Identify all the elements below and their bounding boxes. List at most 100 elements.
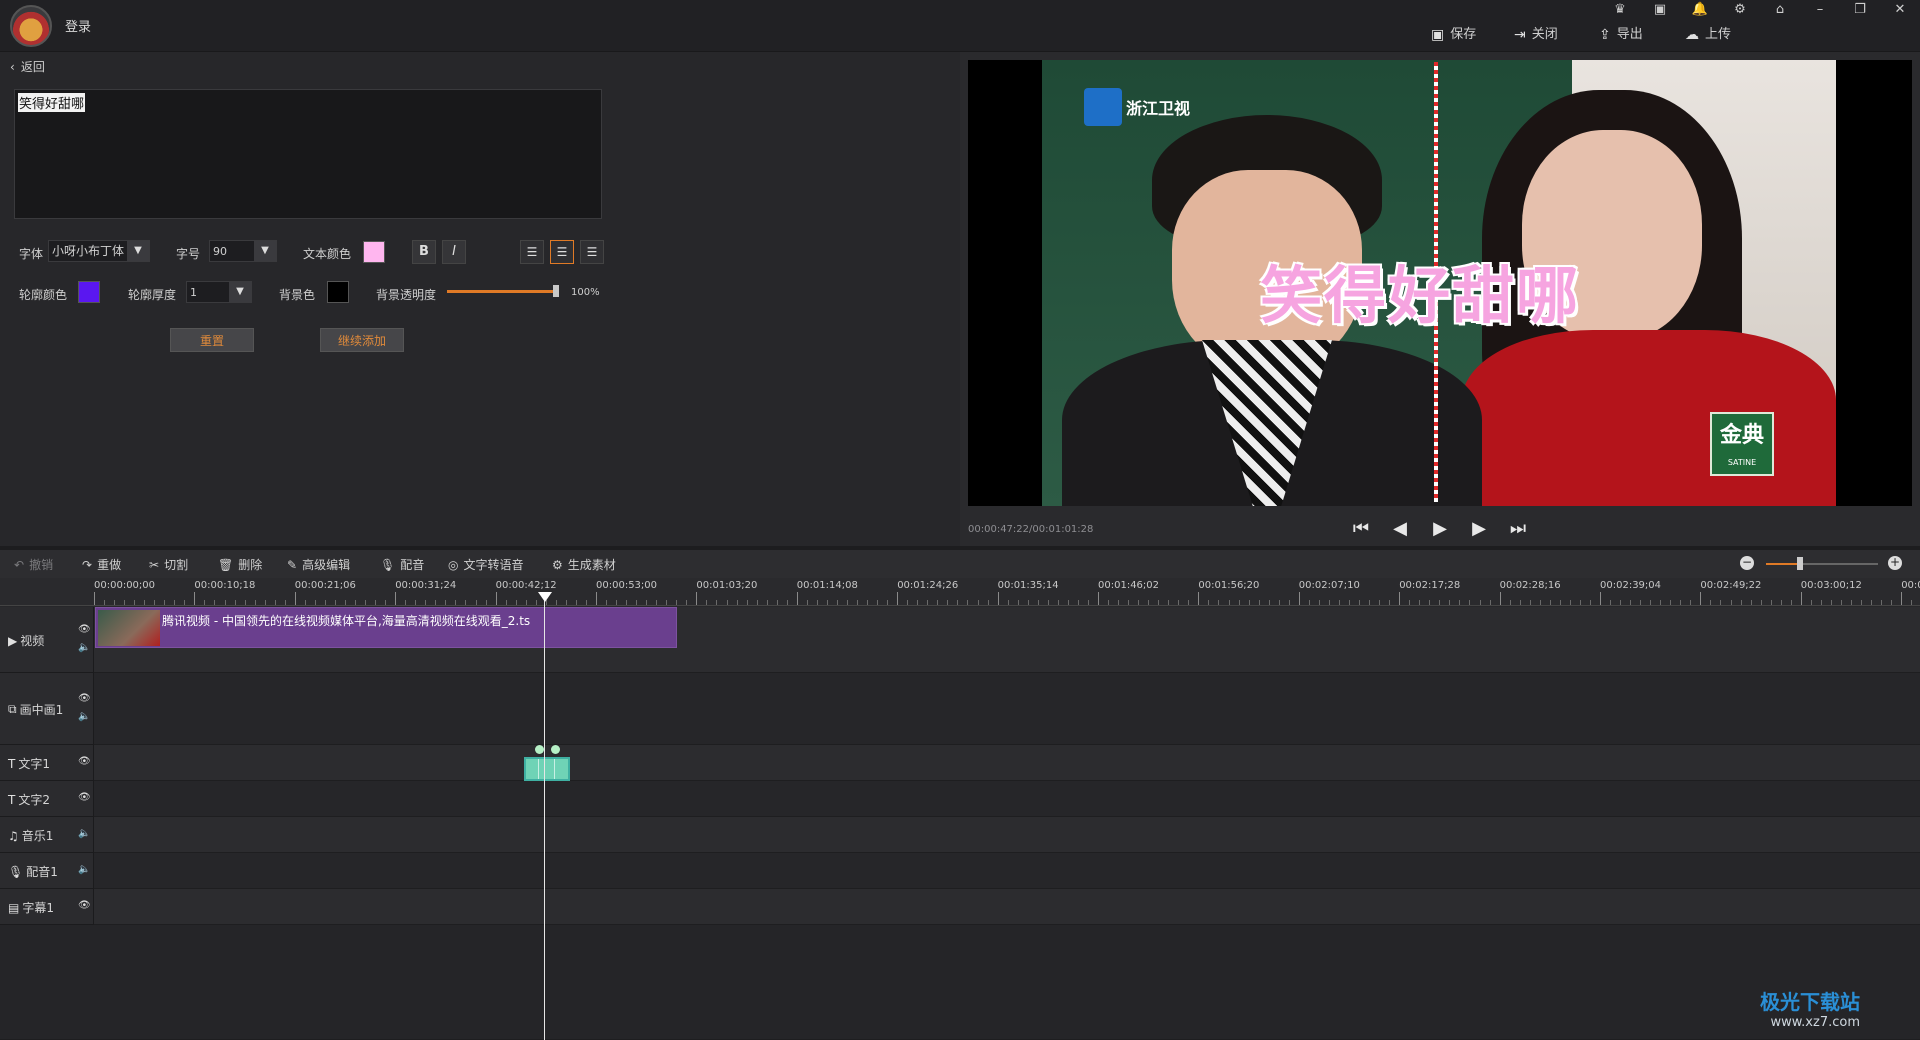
- text-icon: T: [8, 756, 16, 771]
- ruler-minor-tick: [1670, 600, 1672, 605]
- track-name: T 文字1: [8, 755, 50, 772]
- step-forward-button[interactable]: ▶: [1465, 516, 1493, 542]
- close-project-button[interactable]: ⇥ 关闭: [1514, 24, 1558, 46]
- cut-button[interactable]: ✂ 切割: [149, 556, 188, 573]
- timeline-empty-area[interactable]: [0, 925, 1920, 1040]
- text-clip-handle[interactable]: [535, 745, 544, 754]
- text-content-input[interactable]: 笑得好甜哪: [14, 89, 602, 219]
- bell-icon[interactable]: 🔔: [1686, 0, 1714, 20]
- undo-button[interactable]: ↶ 撤销: [14, 556, 53, 573]
- size-select[interactable]: 90 ▼: [209, 240, 277, 262]
- video-clip[interactable]: 腾讯视频 - 中国领先的在线视频媒体平台,海量高清视频在线观看_2.ts: [95, 607, 677, 648]
- ruler-time-label: 00:00:53;00: [596, 580, 658, 591]
- text-color-swatch[interactable]: [363, 241, 385, 263]
- ruler-header: [0, 578, 94, 606]
- ruler-major-tick: [294, 592, 296, 605]
- close-icon[interactable]: ✕: [1886, 0, 1914, 20]
- step-back-button[interactable]: ◀: [1386, 516, 1414, 542]
- ruler-minor-tick: [816, 600, 818, 605]
- outline-color-swatch[interactable]: [78, 281, 100, 303]
- save-button[interactable]: ▣ 保存: [1431, 24, 1476, 46]
- eye-icon[interactable]: 👁: [78, 900, 91, 911]
- gear-icon[interactable]: ⚙: [1726, 0, 1754, 20]
- font-select[interactable]: 小呀小布丁体 ▼: [48, 240, 150, 262]
- track-header[interactable]: T 文字2 👁: [0, 781, 94, 817]
- bg-opacity-handle[interactable]: [553, 285, 559, 297]
- track-header[interactable]: ♫ 音乐1 🔈: [0, 817, 94, 853]
- ruler-minor-tick: [375, 600, 377, 605]
- minimize-icon[interactable]: –: [1806, 0, 1834, 20]
- speaker-icon[interactable]: 🔈: [78, 711, 90, 722]
- restore-icon[interactable]: ❐: [1846, 0, 1874, 20]
- track-header[interactable]: ▤ 字幕1 👁: [0, 889, 94, 925]
- subtitle-overlay[interactable]: 笑得好甜哪: [1260, 245, 1580, 335]
- zoom-out-button[interactable]: −: [1740, 556, 1754, 570]
- speaker-icon[interactable]: 🔈: [78, 864, 90, 875]
- reset-button[interactable]: 重置: [170, 328, 254, 352]
- delete-button[interactable]: 🗑 删除: [218, 556, 262, 573]
- skip-end-button[interactable]: ⏭: [1504, 516, 1532, 542]
- generate-material-button[interactable]: ⚙ 生成素材: [552, 556, 616, 573]
- ruler-minor-tick: [1248, 600, 1250, 605]
- track-header[interactable]: ⧉ 画中画1 👁 🔈: [0, 673, 94, 745]
- ruler-minor-tick: [1349, 600, 1350, 605]
- track-lane[interactable]: [94, 673, 1920, 745]
- avatar[interactable]: [10, 5, 52, 47]
- home-icon[interactable]: ⌂: [1766, 0, 1794, 20]
- speaker-icon[interactable]: 🔈: [78, 828, 90, 839]
- ruler-minor-tick: [324, 600, 326, 605]
- eye-icon[interactable]: 👁: [78, 756, 91, 767]
- delete-label: 删除: [238, 558, 263, 572]
- eye-icon[interactable]: 👁: [78, 693, 91, 704]
- align-right-button[interactable]: ☰: [580, 240, 604, 264]
- playhead-marker[interactable]: [538, 592, 552, 602]
- track-header[interactable]: ▶ 视频 👁 🔈: [0, 607, 94, 673]
- eye-icon[interactable]: 👁: [78, 624, 91, 635]
- track-lane[interactable]: [94, 817, 1920, 853]
- timeline-zoom-slider[interactable]: [1766, 563, 1878, 565]
- bg-color-swatch[interactable]: [327, 281, 349, 303]
- ruler-minor-tick: [1037, 600, 1039, 605]
- login-link[interactable]: 登录: [65, 16, 91, 35]
- back-button[interactable]: ‹ 返回: [10, 58, 45, 75]
- text-clip[interactable]: [524, 757, 570, 781]
- text-clip-handle[interactable]: [551, 745, 560, 754]
- speaker-icon[interactable]: 🔈: [78, 642, 90, 653]
- redo-button[interactable]: ↷ 重做: [82, 556, 121, 573]
- upload-button[interactable]: ☁ 上传: [1685, 24, 1731, 46]
- generate-icon: ⚙: [552, 557, 563, 572]
- playhead-line[interactable]: [544, 592, 545, 1040]
- outline-thickness-select[interactable]: 1 ▼: [186, 281, 252, 303]
- timeline-zoom-handle[interactable]: [1796, 557, 1803, 570]
- track-lane[interactable]: [94, 745, 1920, 781]
- play-screen-icon[interactable]: ▣: [1646, 0, 1674, 20]
- track-header[interactable]: 🎙 配音1 🔈: [0, 853, 94, 889]
- ruler-major-tick: [796, 592, 798, 605]
- italic-button[interactable]: I: [442, 240, 466, 264]
- track-label: 音乐1: [21, 829, 54, 843]
- track-header[interactable]: T 文字1 👁: [0, 745, 94, 781]
- bg-opacity-slider[interactable]: [447, 290, 559, 293]
- ruler-minor-tick: [445, 600, 447, 605]
- align-left-button[interactable]: ☰: [520, 240, 544, 264]
- align-center-button[interactable]: ☰: [550, 240, 574, 264]
- advanced-edit-button[interactable]: ✎ 高级编辑: [287, 556, 350, 573]
- track-lane[interactable]: [94, 781, 1920, 817]
- skip-start-button[interactable]: ⏮: [1347, 516, 1375, 542]
- track-lane[interactable]: [94, 853, 1920, 889]
- dub-button[interactable]: 🎙 配音: [380, 556, 424, 573]
- pencil-icon: ✎: [287, 557, 298, 572]
- tts-button[interactable]: ◎ 文字转语音: [448, 556, 524, 573]
- eye-icon[interactable]: 👁: [78, 792, 91, 803]
- continue-add-button[interactable]: 继续添加: [320, 328, 404, 352]
- bold-button[interactable]: B: [412, 240, 436, 264]
- crown-icon[interactable]: ♛: [1606, 0, 1634, 20]
- ruler-minor-tick: [1710, 600, 1712, 605]
- zoom-in-button[interactable]: +: [1888, 556, 1902, 570]
- play-button[interactable]: ▶: [1426, 516, 1454, 542]
- export-button[interactable]: ⇪ 导出: [1599, 24, 1643, 46]
- timeline-ruler[interactable]: 00:00:00;00 00:00:10;18 00:00:21;06 00:00:3…: [94, 578, 1920, 606]
- exit-icon: ⇥: [1514, 27, 1526, 43]
- track-lane[interactable]: [94, 889, 1920, 925]
- ruler-minor-tick: [1138, 600, 1140, 605]
